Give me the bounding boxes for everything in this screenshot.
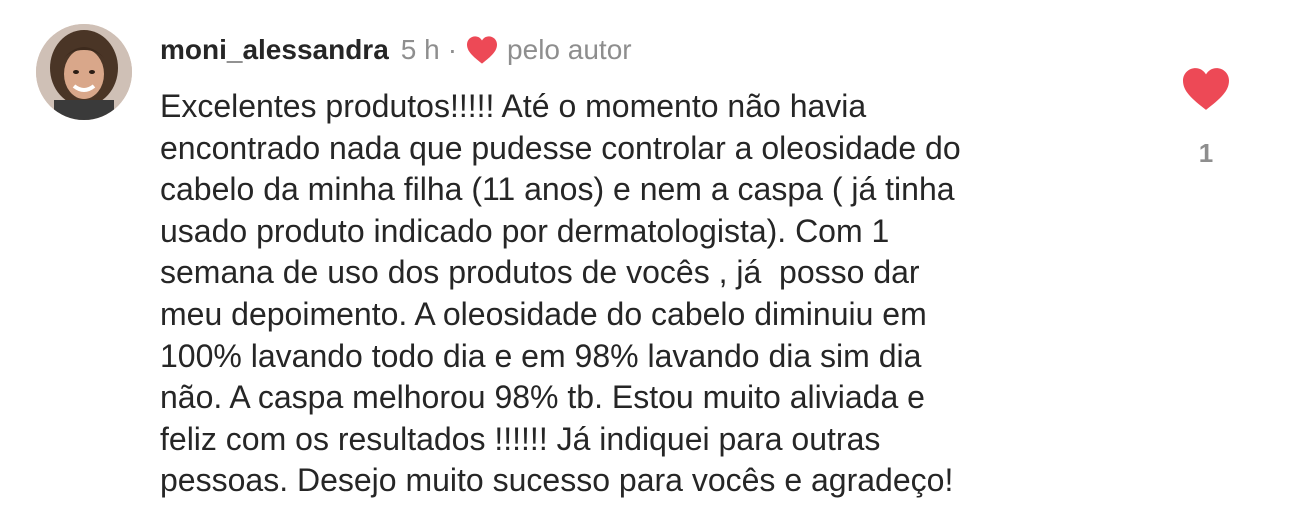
avatar[interactable] (36, 24, 132, 120)
like-count[interactable]: 1 (1180, 138, 1232, 169)
comment-header: moni_alessandra 5 h · pelo autor (160, 30, 632, 70)
username[interactable]: moni_alessandra (160, 34, 389, 66)
heart-icon (465, 35, 499, 65)
comment: moni_alessandra 5 h · pelo autor Excelen… (0, 0, 1290, 514)
author-like-label: pelo autor (507, 34, 632, 65)
comment-text: Excelentes produtos!!!!! Até o momento n… (160, 88, 961, 499)
like-button[interactable] (1180, 66, 1232, 112)
comment-time[interactable]: 5 h (401, 34, 440, 66)
heart-icon (1183, 68, 1229, 110)
separator-dot: · (447, 34, 458, 65)
avatar-photo (36, 24, 132, 120)
